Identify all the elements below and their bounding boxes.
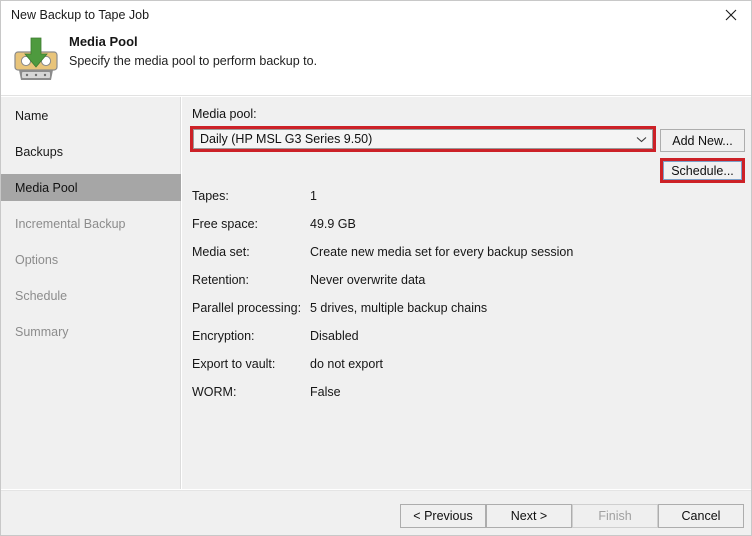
sidebar-item-summary[interactable]: Summary: [1, 318, 181, 345]
property-row-retention: Retention: Never overwrite data: [192, 273, 712, 301]
schedule-button[interactable]: Schedule...: [663, 161, 742, 180]
property-key: Tapes:: [192, 189, 229, 203]
sidebar-item-media-pool[interactable]: Media Pool: [1, 174, 181, 201]
property-row-free-space: Free space: 49.9 GB: [192, 217, 712, 245]
sidebar-item-options[interactable]: Options: [1, 246, 181, 273]
property-value: 5 drives, multiple backup chains: [310, 301, 488, 315]
dialog-window: New Backup to Tape Job Media Pool Specif…: [0, 0, 752, 536]
media-pool-properties: Tapes: 1 Free space: 49.9 GB Media set: …: [192, 189, 712, 413]
property-key: Parallel processing:: [192, 301, 302, 315]
property-key: WORM:: [192, 385, 237, 399]
cancel-button[interactable]: Cancel: [658, 504, 744, 528]
property-key: Retention:: [192, 273, 249, 287]
property-value: 49.9 GB: [310, 217, 356, 231]
property-value: Create new media set for every backup se…: [310, 245, 574, 259]
add-new-button[interactable]: Add New...: [660, 129, 745, 152]
content-panel: Media pool: Daily (HP MSL G3 Series 9.50…: [182, 97, 751, 489]
property-row-media-set: Media set: Create new media set for ever…: [192, 245, 712, 273]
property-value: False: [310, 385, 341, 399]
property-key: Export to vault:: [192, 357, 276, 371]
wizard-step-sidebar: Name Backups Media Pool Incremental Back…: [1, 97, 181, 489]
sidebar-item-schedule[interactable]: Schedule: [1, 282, 181, 309]
sidebar-item-name[interactable]: Name: [1, 102, 181, 129]
media-pool-selected-value: Daily (HP MSL G3 Series 9.50): [200, 132, 373, 146]
media-pool-label: Media pool:: [192, 107, 257, 121]
sidebar-item-backups[interactable]: Backups: [1, 138, 181, 165]
property-row-tapes: Tapes: 1: [192, 189, 712, 217]
property-value: 1: [310, 189, 317, 203]
finish-button: Finish: [572, 504, 658, 528]
media-pool-combo-wrapper: Daily (HP MSL G3 Series 9.50): [190, 126, 656, 152]
property-key: Media set:: [192, 245, 250, 259]
property-row-encryption: Encryption: Disabled: [192, 329, 712, 357]
property-row-parallel-processing: Parallel processing: 5 drives, multiple …: [192, 301, 712, 329]
dialog-footer: < Previous Next > Finish Cancel: [1, 490, 751, 535]
title-bar: New Backup to Tape Job: [1, 1, 751, 29]
page-subtitle: Specify the media pool to perform backup…: [69, 54, 318, 68]
close-icon[interactable]: [708, 1, 751, 29]
previous-button[interactable]: < Previous: [400, 504, 486, 528]
sidebar-item-incremental-backup[interactable]: Incremental Backup: [1, 210, 181, 237]
page-title: Media Pool: [69, 34, 138, 49]
window-title: New Backup to Tape Job: [11, 8, 150, 22]
tape-backup-icon: [13, 36, 59, 82]
dialog-header: Media Pool Specify the media pool to per…: [1, 29, 751, 96]
property-value: do not export: [310, 357, 383, 371]
property-row-export-to-vault: Export to vault: do not export: [192, 357, 712, 385]
property-value: Disabled: [310, 329, 359, 343]
chevron-down-icon[interactable]: [630, 136, 652, 143]
media-pool-select[interactable]: Daily (HP MSL G3 Series 9.50): [193, 129, 653, 149]
property-key: Free space:: [192, 217, 259, 231]
property-value: Never overwrite data: [310, 273, 426, 287]
next-button[interactable]: Next >: [486, 504, 572, 528]
property-row-worm: WORM: False: [192, 385, 712, 413]
property-key: Encryption:: [192, 329, 255, 343]
